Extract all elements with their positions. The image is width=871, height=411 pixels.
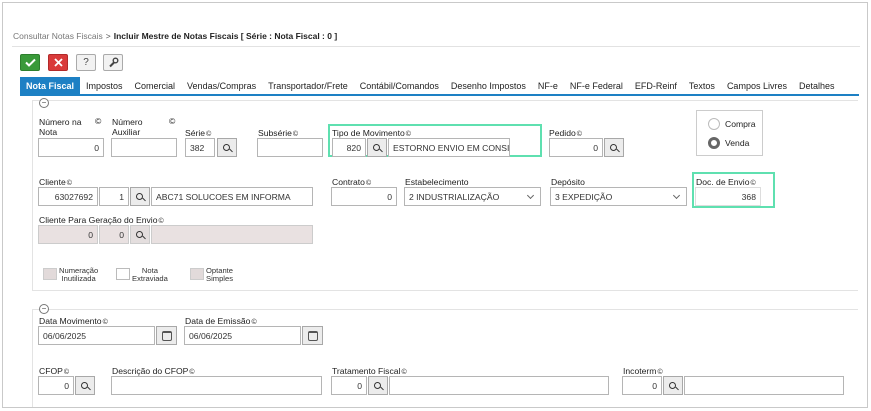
tab-detalhes[interactable]: Detalhes: [793, 77, 841, 94]
cliente-code-input[interactable]: 63027692: [38, 187, 98, 206]
numeracao-inutilizada-label: Numeração Inutilizada: [59, 266, 99, 283]
estabelecimento-select[interactable]: 2 INDUSTRIALIZAÇÃO: [404, 187, 541, 206]
search-icon: [223, 143, 230, 151]
main-window: Consultar Notas Fiscais > Incluir Mestre d…: [2, 2, 868, 408]
wrench-icon: [108, 57, 118, 68]
serie-input[interactable]: 382: [185, 138, 215, 157]
tratamento-fiscal-desc: [389, 376, 609, 395]
numero-auxiliar-label: Número Auxiliar: [112, 117, 143, 137]
cancel-button[interactable]: [48, 54, 68, 71]
numero-nota-label: Número na Nota: [39, 117, 82, 137]
data-movimento-calendar-button[interactable]: [156, 326, 177, 345]
breadcrumb-current: Incluir Mestre de Notas Fiscais [ Série …: [113, 31, 338, 41]
optante-simples-label: Optante Simples: [206, 266, 234, 283]
contrato-input[interactable]: 0: [331, 187, 397, 206]
tab-textos[interactable]: Textos: [683, 77, 721, 94]
numero-nota-input[interactable]: 0: [38, 138, 104, 157]
search-icon: [136, 230, 143, 238]
search-icon: [669, 381, 676, 389]
search-icon: [81, 381, 88, 389]
nota-extraviada-checkbox[interactable]: [116, 268, 130, 280]
estabelecimento-label: Estabelecimento: [405, 177, 469, 187]
cliente-seq-input[interactable]: 1: [99, 187, 129, 206]
desc-cfop-input[interactable]: [111, 376, 322, 395]
tratamento-fiscal-input[interactable]: 0: [331, 376, 367, 395]
deposito-label: Depósito: [551, 177, 585, 187]
calendar-icon: [161, 330, 172, 341]
pedido-search-button[interactable]: [604, 138, 624, 157]
incoterm-desc: [684, 376, 844, 395]
tab-impostos[interactable]: Impostos: [80, 77, 129, 94]
serie-search-button[interactable]: [217, 138, 237, 157]
numero-auxiliar-input[interactable]: [111, 138, 177, 157]
data-emissao-input[interactable]: 06/06/2025: [184, 326, 301, 345]
cfop-input[interactable]: 0: [38, 376, 74, 395]
tipo-movimento-desc: ESTORNO ENVIO EM CONSIG: [388, 138, 510, 157]
numeracao-inutilizada-checkbox[interactable]: [43, 268, 57, 280]
incoterm-input[interactable]: 0: [622, 376, 662, 395]
breadcrumb-separator: >: [105, 31, 111, 41]
chevron-down-icon: [672, 191, 681, 200]
divider: [12, 46, 860, 47]
tab-contabil-comandos[interactable]: Contábil/Comandos: [354, 77, 445, 94]
breadcrumb-parent[interactable]: Consultar Notas Fiscais: [13, 31, 103, 41]
info-icon: ©: [169, 116, 176, 126]
tab-nfe-federal[interactable]: NF-e Federal: [564, 77, 629, 94]
optante-simples-checkbox[interactable]: [190, 268, 204, 280]
data-emissao-calendar-button[interactable]: [302, 326, 323, 345]
chevron-down-icon: [526, 191, 535, 200]
data-movimento-input[interactable]: 06/06/2025: [38, 326, 155, 345]
operation-radio-group: [696, 110, 763, 156]
compra-label: Compra: [725, 119, 756, 129]
subserie-input[interactable]: [257, 138, 323, 157]
doc-envio-input[interactable]: 368: [695, 187, 761, 206]
venda-radio[interactable]: [708, 137, 720, 149]
tipo-movimento-search-button[interactable]: [367, 138, 387, 157]
tab-comercial[interactable]: Comercial: [129, 77, 182, 94]
tab-transportador-frete[interactable]: Transportador/Frete: [262, 77, 354, 94]
tab-vendas-compras[interactable]: Vendas/Compras: [181, 77, 262, 94]
tab-bar: Nota Fiscal Impostos Comercial Vendas/Co…: [20, 77, 841, 94]
nota-extraviada-label: Nota Extraviada: [132, 266, 168, 283]
venda-label: Venda: [725, 138, 750, 148]
cliente-envio-search-button: [130, 225, 150, 244]
help-button[interactable]: ?: [76, 54, 96, 71]
tipo-movimento-code-input[interactable]: 820: [332, 138, 366, 157]
collapse-icon[interactable]: −: [39, 98, 49, 108]
tab-campos-livres[interactable]: Campos Livres: [721, 77, 793, 94]
tools-button[interactable]: [103, 54, 123, 71]
help-label: ?: [83, 57, 89, 68]
tab-nota-fiscal[interactable]: Nota Fiscal: [20, 77, 81, 94]
incoterm-search-button[interactable]: [663, 376, 683, 395]
search-icon: [373, 143, 380, 151]
tab-desenho-impostos[interactable]: Desenho Impostos: [445, 77, 532, 94]
compra-radio[interactable]: [708, 118, 720, 130]
cliente-envio-seq-input: 0: [99, 225, 129, 244]
search-icon: [374, 381, 381, 389]
tab-efd-reinf[interactable]: EFD-Reinf: [629, 77, 683, 94]
collapse-icon[interactable]: −: [39, 304, 49, 314]
tab-nfe[interactable]: NF-e: [532, 77, 564, 94]
check-icon: [24, 58, 36, 67]
cliente-name: ABC71 SOLUCOES EM INFORMA: [151, 187, 313, 206]
cliente-envio-name: [151, 225, 313, 244]
cliente-envio-code-input: 0: [38, 225, 98, 244]
search-icon: [610, 143, 617, 151]
breadcrumb: Consultar Notas Fiscais > Incluir Mestre d…: [13, 31, 337, 41]
cliente-search-button[interactable]: [130, 187, 150, 206]
deposito-select[interactable]: 3 EXPEDIÇÃO: [550, 187, 687, 206]
calendar-icon: [307, 330, 318, 341]
cfop-search-button[interactable]: [75, 376, 95, 395]
search-icon: [136, 192, 143, 200]
info-icon: ©: [95, 116, 102, 126]
close-icon: [53, 58, 63, 67]
confirm-button[interactable]: [20, 54, 40, 71]
pedido-input[interactable]: 0: [549, 138, 603, 157]
tab-underline: [20, 94, 859, 96]
tratamento-fiscal-search-button[interactable]: [368, 376, 388, 395]
